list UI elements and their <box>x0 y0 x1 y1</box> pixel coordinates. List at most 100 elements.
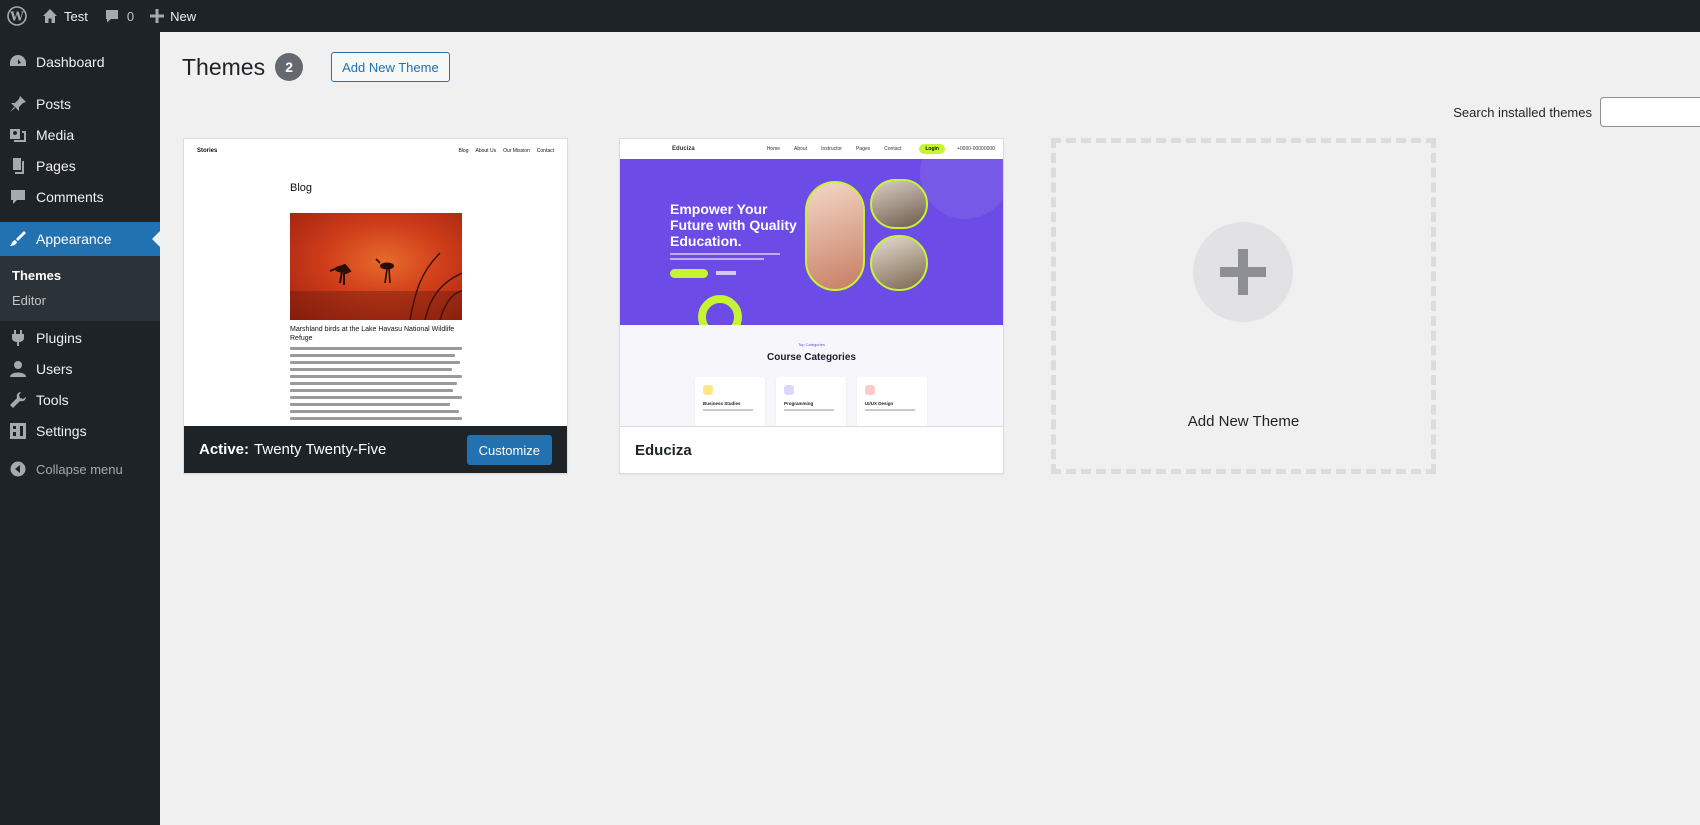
preview-heading: Blog <box>290 182 313 194</box>
sidebar-item-dashboard[interactable]: Dashboard <box>0 45 160 79</box>
theme-name-bar: Active: Twenty Twenty-Five Customize <box>184 426 567 473</box>
sidebar-item-label: Posts <box>36 96 72 112</box>
preview-site-title: Stories <box>197 148 218 154</box>
sidebar-item-comments[interactable]: Comments <box>0 180 160 214</box>
admin-sidebar: Dashboard Posts Media Pages Comments App… <box>0 32 160 825</box>
preview-group-photo <box>870 179 928 229</box>
preview-hero: Empower Your Future with Quality Educati… <box>620 159 1003 325</box>
preview-nav-item: About Us <box>475 148 497 154</box>
comments-link[interactable]: 0 <box>96 0 142 32</box>
theme-name-bar: Educiza <box>620 426 1003 473</box>
collapse-arrow-icon <box>8 459 28 479</box>
preview-nav-item: About <box>794 146 808 152</box>
preview-courses-section: Top Categories Course Categories Busines… <box>620 325 1003 428</box>
plus-icon <box>150 9 165 23</box>
svg-text:W: W <box>9 10 24 24</box>
comment-icon <box>8 187 28 207</box>
add-new-theme-tile[interactable]: Add New Theme <box>1051 138 1436 474</box>
appearance-submenu: Themes Editor <box>0 256 160 321</box>
active-label: Active: <box>199 441 250 458</box>
wordpress-logo-button[interactable]: W <box>0 0 34 32</box>
theme-search: Search installed themes <box>1453 97 1700 127</box>
sidebar-item-label: Tools <box>36 392 69 408</box>
preview-hero-title: Empower Your Future with Quality Educati… <box>670 201 797 249</box>
pin-icon <box>8 94 28 114</box>
preview-nav-item: Contact <box>536 148 554 154</box>
sidebar-item-tools[interactable]: Tools <box>0 383 160 417</box>
preview-nav-item: Contact <box>884 146 902 152</box>
pages-icon <box>8 156 28 176</box>
customize-button[interactable]: Customize <box>466 435 552 465</box>
site-name-link[interactable]: Test <box>34 0 96 32</box>
theme-card-educiza[interactable]: Educiza Home About Instructor Pages Cont… <box>619 138 1004 474</box>
user-icon <box>8 359 28 379</box>
site-name: Test <box>64 8 88 24</box>
home-icon <box>43 9 57 23</box>
theme-screenshot[interactable]: Educiza Home About Instructor Pages Cont… <box>620 139 1003 428</box>
preview-section-title: Course Categories <box>767 352 856 363</box>
add-theme-plus-circle[interactable] <box>1193 222 1293 322</box>
preview-nav-item: Home <box>766 146 781 152</box>
submenu-item-themes[interactable]: Themes <box>0 263 160 288</box>
sidebar-item-users[interactable]: Users <box>0 352 160 386</box>
sidebar-item-plugins[interactable]: Plugins <box>0 321 160 355</box>
submenu-item-editor[interactable]: Editor <box>0 288 160 313</box>
sidebar-item-posts[interactable]: Posts <box>0 87 160 121</box>
preview-nav-item: Instructor <box>821 146 842 152</box>
page-header: Themes 2 Add New Theme <box>182 52 450 82</box>
preview-course-card: UI/UX Design <box>857 377 927 428</box>
sidebar-item-label: Users <box>36 361 73 377</box>
preview-course-card: Business Studies <box>695 377 765 428</box>
preview-login-button: Login <box>919 144 945 154</box>
preview-body-text <box>290 347 462 424</box>
birds-silhouette-icon <box>290 252 462 320</box>
comments-count: 0 <box>126 8 135 24</box>
brush-icon <box>8 229 28 249</box>
collapse-menu-label: Collapse menu <box>36 461 123 477</box>
preview-hero-button <box>670 269 708 278</box>
preview-featured-image <box>290 213 462 320</box>
sidebar-item-label: Settings <box>36 423 87 439</box>
search-installed-themes-input[interactable] <box>1600 97 1700 127</box>
theme-count-badge: 2 <box>275 53 304 81</box>
page-title: Themes <box>182 53 266 80</box>
sidebar-item-label: Appearance <box>36 231 112 247</box>
sidebar-item-pages[interactable]: Pages <box>0 149 160 183</box>
admin-bar: W Test 0 New <box>0 0 1700 32</box>
preview-nav: Home About Instructor Pages Contact <box>767 146 902 152</box>
sidebar-item-label: Plugins <box>36 330 82 346</box>
sidebar-item-media[interactable]: Media <box>0 118 160 152</box>
preview-hero-link <box>716 271 736 275</box>
preview-nav-item: Blog <box>458 148 469 154</box>
settings-icon <box>8 421 28 441</box>
comment-bubble-icon <box>105 10 118 23</box>
preview-header: Educiza Home About Instructor Pages Cont… <box>620 139 1003 159</box>
preview-nav: Blog About Us Our Mission Contact <box>458 148 554 154</box>
preview-course-card: Programming <box>776 377 846 428</box>
media-icon <box>8 125 28 145</box>
preview-study-photo <box>870 235 928 291</box>
sidebar-item-label: Dashboard <box>36 54 105 70</box>
wrench-icon <box>8 390 28 410</box>
collapse-menu-button[interactable]: Collapse menu <box>0 452 160 486</box>
preview-section-small: Top Categories <box>798 342 825 347</box>
preview-decor-blob <box>920 159 1003 219</box>
theme-name: Twenty Twenty-Five <box>254 441 387 458</box>
dashboard-icon <box>8 52 28 72</box>
new-label: New <box>170 8 197 24</box>
preview-phone: +0000-00000000 <box>956 146 995 152</box>
sidebar-item-label: Media <box>36 127 75 143</box>
theme-name: Educiza <box>635 441 692 459</box>
sidebar-item-label: Comments <box>36 189 104 205</box>
sidebar-item-appearance[interactable]: Appearance <box>0 222 160 256</box>
add-new-theme-button[interactable]: Add New Theme <box>331 52 450 82</box>
sidebar-item-settings[interactable]: Settings <box>0 414 160 448</box>
main-content: Themes 2 Add New Theme Search installed … <box>160 32 1700 825</box>
preview-course-name: Programming <box>784 401 814 406</box>
theme-screenshot[interactable]: Stories Blog About Us Our Mission Contac… <box>184 139 567 428</box>
new-content-link[interactable]: New <box>142 0 204 32</box>
wordpress-icon: W <box>7 6 27 26</box>
theme-card-twenty-twenty-five[interactable]: Stories Blog About Us Our Mission Contac… <box>183 138 568 474</box>
preview-nav-item: Our Mission <box>503 148 530 154</box>
preview-course-name: UI/UX Design <box>865 401 894 406</box>
